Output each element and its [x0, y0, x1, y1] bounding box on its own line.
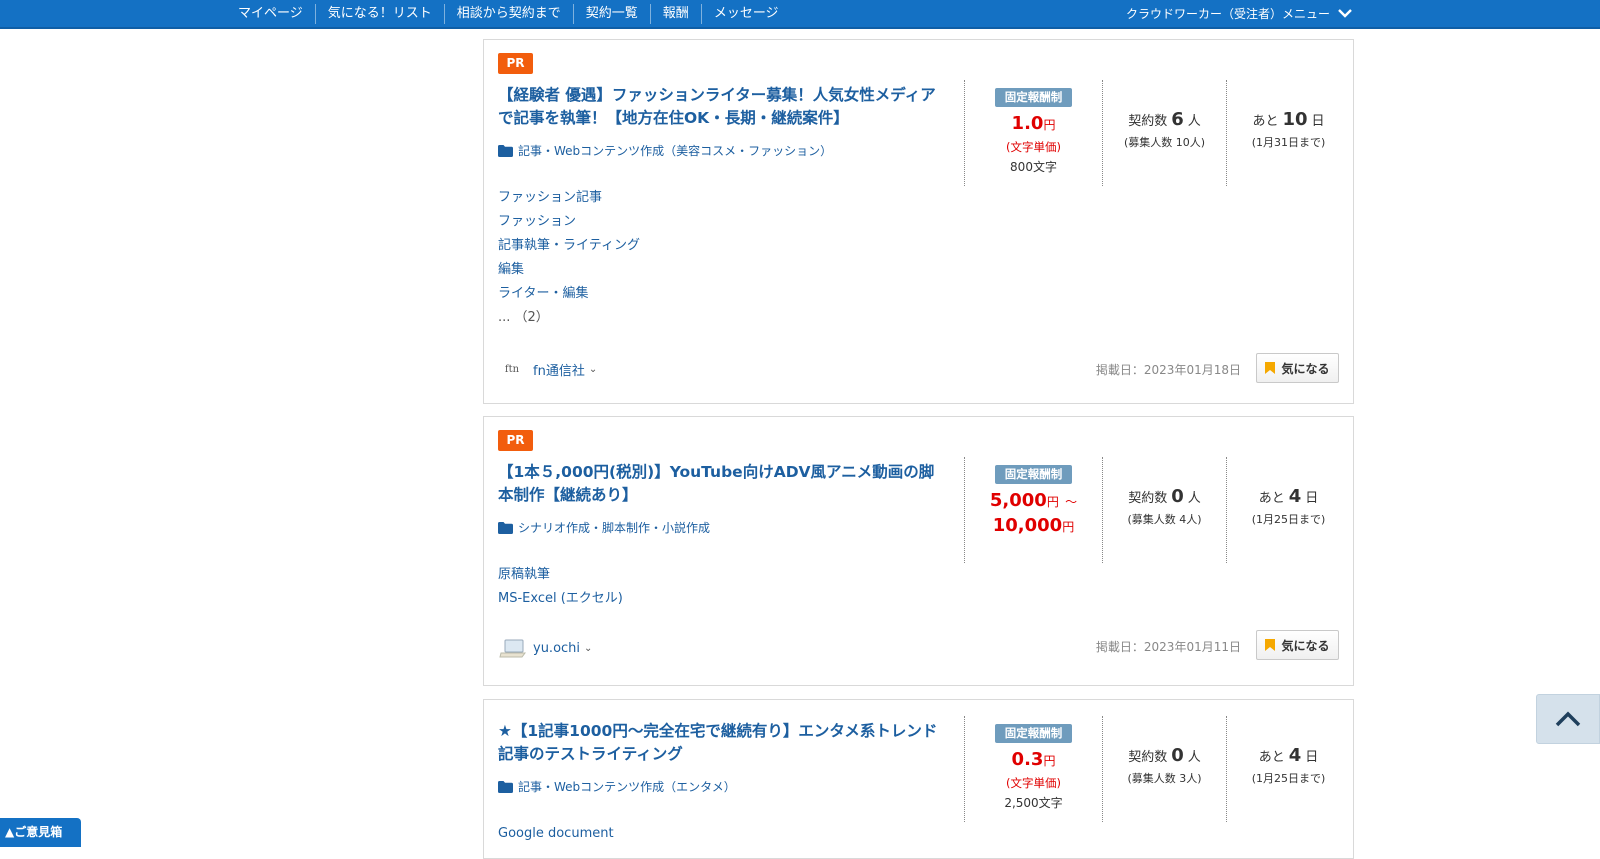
days-remaining: あと 4 日	[1258, 745, 1319, 766]
client-name: yu.ochi	[533, 640, 581, 656]
chevron-down-icon: ⌄	[588, 363, 598, 375]
client-avatar: ftn	[498, 358, 526, 380]
price-separator: 〜	[1065, 495, 1078, 509]
contracts-column: 契約数 6 人 (募集人数 10人)	[1102, 80, 1226, 186]
job-title[interactable]: 【経験者 優遇】ファッションライター募集！人気女性メディアで記事を執筆！【地方在…	[498, 84, 943, 130]
nav-items: マイページ 気になる！リスト 相談から契約まで 契約一覧 報酬 メッセージ	[226, 0, 791, 27]
fixed-fee-badge: 固定報酬制	[994, 465, 1073, 484]
job-title[interactable]: 【1本５,000円(税別)】YouTube向けADV風アニメ動画の脚本制作【継続…	[498, 461, 943, 507]
folder-icon	[498, 144, 513, 157]
price-column: 固定報酬制 5,000円 〜 10,000円	[964, 457, 1102, 563]
contract-count: 契約数 6 人	[1128, 109, 1201, 130]
chevron-down-icon	[1338, 9, 1352, 18]
job-category-label: 記事・Webコンテンツ作成（美容コスメ・ファッション）	[518, 144, 833, 158]
recruit-count: (募集人数 4人)	[1127, 513, 1202, 526]
price: 1.0円	[965, 112, 1102, 137]
favorite-label: 気になる	[1281, 638, 1330, 653]
client-logo: ftn	[504, 363, 520, 375]
chevron-up-icon	[1555, 711, 1581, 727]
fixed-fee-badge: 固定報酬制	[994, 724, 1073, 743]
price-unit: 円	[1043, 754, 1056, 768]
chevron-down-icon: ⌄	[584, 642, 593, 654]
contracts-column: 契約数 0 人 (募集人数 4人)	[1102, 457, 1226, 563]
days-remaining: あと 10 日	[1252, 109, 1325, 130]
worker-menu-dropdown[interactable]: クラウドワーカー（受注者）メニュー	[1126, 0, 1352, 27]
worker-menu-label: クラウドワーカー（受注者）メニュー	[1125, 7, 1330, 21]
job-card: PR 【経験者 優遇】ファッションライター募集！人気女性メディアで記事を執筆！【…	[483, 39, 1354, 404]
client-avatar	[498, 637, 526, 659]
pr-badge: PR	[498, 53, 533, 74]
price-range: 5,000円 〜 10,000円	[989, 490, 1078, 536]
skill-tags: ファッション記事 ファッション 記事執筆・ライティング 編集 ライター・編集 .…	[498, 186, 640, 330]
price-max: 10,000	[992, 515, 1063, 536]
price-min: 5,000	[989, 490, 1047, 511]
price-value: 0.3	[1011, 749, 1044, 770]
client-info[interactable]: ftn fn通信社 ⌄	[498, 358, 597, 380]
top-navigation: マイページ 気になる！リスト 相談から契約まで 契約一覧 報酬 メッセージ クラ…	[0, 0, 1600, 29]
job-card: ★【1記事1000円〜完全在宅で継続有り】エンタメ系トレンド記事のテストライティ…	[483, 699, 1354, 859]
skill-tag[interactable]: 編集	[498, 258, 640, 282]
scroll-to-top-button[interactable]	[1536, 694, 1600, 744]
nav-consult-to-contract[interactable]: 相談から契約まで	[445, 3, 574, 24]
deadline-column: あと 10 日 (1月31日まで)	[1226, 80, 1350, 186]
contract-count: 契約数 0 人	[1128, 486, 1201, 507]
folder-icon	[498, 521, 513, 534]
deadline-date: (1月31日まで)	[1251, 136, 1326, 149]
word-count: 800文字	[1010, 160, 1057, 174]
client-info[interactable]: yu.ochi ⌄	[498, 637, 592, 659]
price-note: (文字単価)	[1006, 140, 1061, 154]
skill-tag[interactable]: 原稿執筆	[498, 563, 623, 587]
price-column: 固定報酬制 0.3円 (文字単価) 2,500文字	[964, 716, 1102, 822]
skill-tags: 原稿執筆 MS-Excel (エクセル)	[498, 563, 623, 611]
job-card: PR 【1本５,000円(税別)】YouTube向けADV風アニメ動画の脚本制作…	[483, 416, 1354, 686]
job-category[interactable]: 記事・Webコンテンツ作成（美容コスメ・ファッション）	[498, 142, 832, 159]
favorite-label: 気になる	[1281, 361, 1330, 376]
job-title[interactable]: ★【1記事1000円〜完全在宅で継続有り】エンタメ系トレンド記事のテストライティ…	[498, 720, 943, 766]
pr-badge: PR	[498, 430, 533, 451]
price-note: (文字単価)	[1006, 776, 1061, 790]
skill-tag[interactable]: MS-Excel (エクセル)	[498, 587, 623, 611]
favorite-button[interactable]: 気になる	[1256, 630, 1339, 660]
price-unit: 円	[1043, 118, 1056, 132]
skill-tag[interactable]: Google document	[498, 822, 614, 846]
price-value: 1.0	[1011, 113, 1044, 134]
feedback-box-button[interactable]: ▲ご意見箱	[0, 818, 81, 847]
nav-contracts[interactable]: 契約一覧	[574, 3, 651, 24]
skill-tag[interactable]: ファッション	[498, 210, 640, 234]
skill-tag[interactable]: 記事執筆・ライティング	[498, 234, 640, 258]
client-name: fn通信社	[533, 363, 585, 379]
days-remaining: あと 4 日	[1258, 486, 1319, 507]
folder-icon	[498, 780, 513, 793]
skill-tag[interactable]: ライター・編集	[498, 282, 640, 306]
job-category-label: シナリオ作成・脚本制作・小説作成	[518, 521, 711, 535]
bookmark-icon	[1265, 639, 1276, 651]
nav-rewards[interactable]: 報酬	[651, 3, 702, 24]
nav-messages[interactable]: メッセージ	[702, 4, 791, 24]
bookmark-icon	[1265, 362, 1276, 374]
job-category-label: 記事・Webコンテンツ作成（エンタメ）	[518, 780, 736, 794]
job-category[interactable]: 記事・Webコンテンツ作成（エンタメ）	[498, 778, 736, 795]
deadline-date: (1月25日まで)	[1251, 772, 1326, 785]
nav-favorites-list[interactable]: 気になる！リスト	[316, 3, 445, 24]
more-tags-toggle[interactable]: ... （2）	[498, 306, 640, 330]
word-count: 2,500文字	[1004, 796, 1063, 810]
posted-date: 掲載日：2023年01月18日	[1095, 363, 1241, 377]
recruit-count: (募集人数 10人)	[1123, 136, 1206, 149]
fixed-fee-badge: 固定報酬制	[994, 88, 1073, 107]
contracts-column: 契約数 0 人 (募集人数 3人)	[1102, 716, 1226, 822]
nav-mypage[interactable]: マイページ	[226, 3, 316, 24]
job-category[interactable]: シナリオ作成・脚本制作・小説作成	[498, 519, 710, 536]
skill-tags: Google document	[498, 822, 614, 846]
posted-date: 掲載日：2023年01月11日	[1095, 640, 1241, 654]
deadline-column: あと 4 日 (1月25日まで)	[1226, 716, 1350, 822]
recruit-count: (募集人数 3人)	[1127, 772, 1202, 785]
contract-count: 契約数 0 人	[1128, 745, 1201, 766]
favorite-button[interactable]: 気になる	[1256, 353, 1339, 383]
laptop-avatar-icon	[499, 639, 526, 658]
price: 0.3円	[965, 748, 1102, 773]
skill-tag[interactable]: ファッション記事	[498, 186, 640, 210]
deadline-column: あと 4 日 (1月25日まで)	[1226, 457, 1350, 563]
deadline-date: (1月25日まで)	[1251, 513, 1326, 526]
price-column: 固定報酬制 1.0円 (文字単価) 800文字	[964, 80, 1102, 186]
